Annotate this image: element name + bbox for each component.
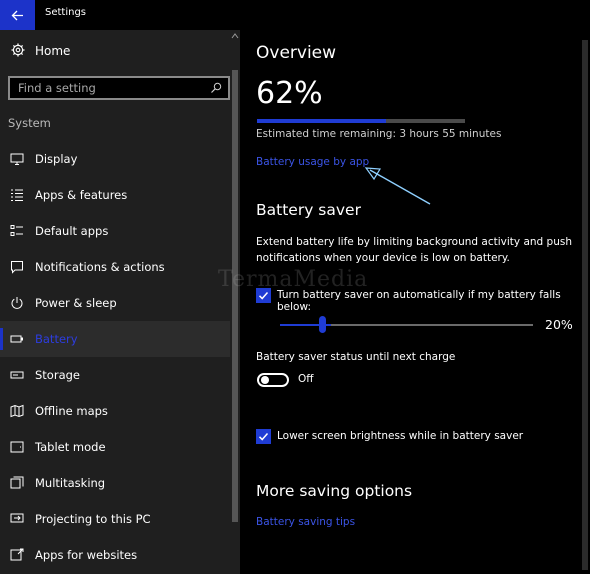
sidebar-item-label: Tablet mode [35,440,106,454]
home-nav[interactable]: Home [0,38,230,64]
home-label: Home [35,44,71,58]
search-placeholder: Find a setting [18,81,96,95]
sidebar-item-storage[interactable]: Storage [0,357,230,393]
checkmark-icon [258,433,269,441]
back-button[interactable] [0,0,35,30]
sidebar-item-power-sleep[interactable]: Power & sleep [0,285,230,321]
sidebar-item-label: Storage [35,368,80,382]
sidebar-item-battery[interactable]: Battery [0,321,230,357]
toggle-knob [261,376,269,384]
power-icon [11,297,23,309]
auto-saver-label[interactable]: Turn battery saver on automatically if m… [277,289,590,313]
checklist-icon [10,225,23,236]
tablet-icon [10,441,24,453]
sidebar-item-multitasking[interactable]: Multitasking [0,465,230,501]
annotation-arrow-icon [364,167,431,205]
sidebar-item-default-apps[interactable]: Default apps [0,213,230,249]
sidebar-item-projecting[interactable]: Projecting to this PC [0,501,230,537]
back-arrow-icon [11,10,23,20]
search-input[interactable]: Find a setting [8,76,230,100]
watermark: TermaMedia [218,267,369,292]
search-icon[interactable] [210,82,222,94]
toggle-state-text: Off [298,373,314,385]
storage-icon [10,371,24,379]
scroll-up-icon[interactable] [231,32,239,40]
sidebar-item-label: Offline maps [35,404,108,418]
saver-status-label: Battery saver status until next charge [256,351,456,363]
sidebar-item-label: Multitasking [35,476,106,490]
lower-brightness-checkbox[interactable] [256,429,271,444]
battery-settings-panel: Overview 62% Estimated time remaining: 3… [240,30,590,574]
selection-indicator [0,328,3,350]
battery-saver-description: Extend battery life by limiting backgrou… [256,236,572,264]
threshold-value: 20% [545,317,573,332]
section-title-system: System [8,116,51,130]
sidebar-item-offline-maps[interactable]: Offline maps [0,393,230,429]
sidebar-item-tablet-mode[interactable]: Tablet mode [0,429,230,465]
map-icon [10,404,24,418]
sidebar-item-label: Notifications & actions [35,260,165,274]
window-title: Settings [45,7,87,18]
sidebar-item-notifications[interactable]: Notifications & actions [0,249,230,285]
monitor-icon [10,153,24,165]
list-icon [11,189,23,201]
sidebar-item-display[interactable]: Display [0,141,230,177]
sidebar-item-label: Battery [35,332,78,346]
multitask-icon [10,476,24,489]
threshold-slider-thumb[interactable] [319,316,327,333]
battery-icon [10,335,23,343]
battery-level-fill [257,119,386,123]
overview-heading: Overview [256,43,337,63]
sidebar: Home Find a setting System Display Apps … [0,30,240,574]
threshold-slider-track[interactable] [280,324,533,326]
sidebar-scrollbar[interactable] [231,30,239,574]
battery-level-bar [257,119,465,123]
sidebar-item-apps-websites[interactable]: Apps for websites [0,537,230,573]
project-icon [10,513,24,523]
scrollbar-thumb[interactable] [232,70,238,522]
sidebar-item-apps-features[interactable]: Apps & features [0,177,230,213]
message-icon [11,261,23,274]
sidebar-item-label: Apps for websites [35,548,138,562]
battery-usage-link[interactable]: Battery usage by app [256,156,369,168]
more-saving-heading: More saving options [256,482,413,500]
sidebar-item-label: Projecting to this PC [35,512,151,526]
battery-saving-tips-link[interactable]: Battery saving tips [256,516,355,528]
lower-brightness-label[interactable]: Lower screen brightness while in battery… [277,430,523,442]
gear-icon [11,43,25,57]
battery-percentage: 62% [256,76,323,111]
title-bar: Settings [0,0,590,30]
battery-saver-heading: Battery saver [256,201,361,219]
estimated-time: Estimated time remaining: 3 hours 55 min… [256,128,502,140]
web-apps-icon [10,548,24,561]
sidebar-item-label: Power & sleep [35,296,117,310]
sidebar-item-label: Display [35,152,78,166]
saver-status-toggle[interactable] [257,373,289,387]
sidebar-item-label: Apps & features [35,188,128,202]
sidebar-item-label: Default apps [35,224,109,238]
